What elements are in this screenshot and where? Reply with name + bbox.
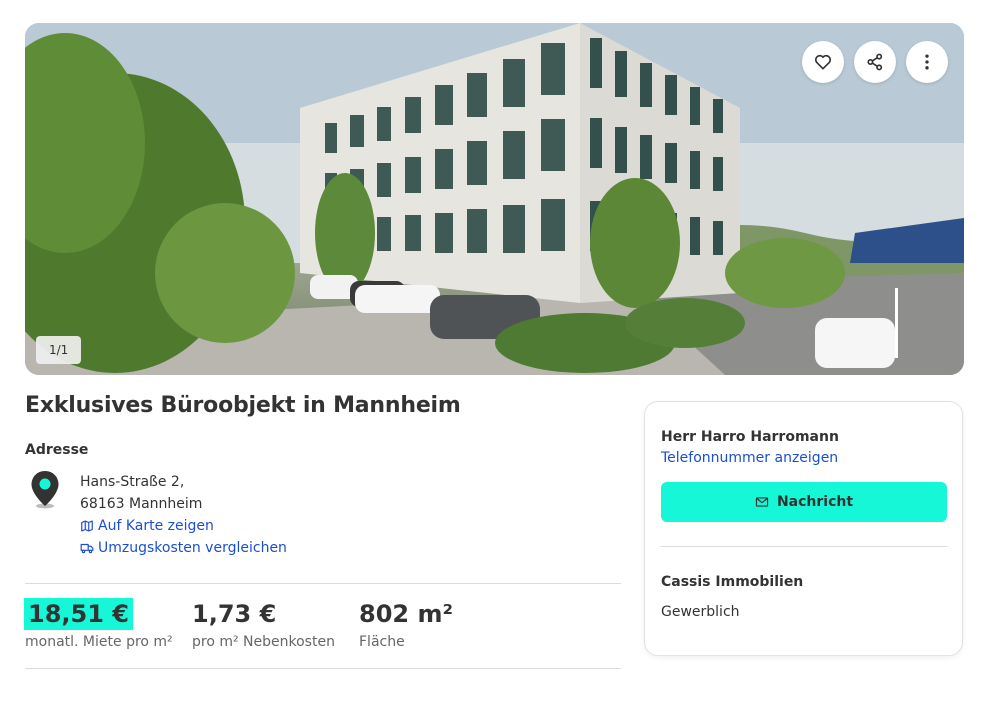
contact-card: Herr Harro Harromann Telefonnummer anzei…: [644, 401, 963, 656]
more-vertical-icon: [925, 54, 929, 70]
message-button-label: Nachricht: [776, 494, 854, 510]
fact-area: 802 m² Fläche: [359, 598, 526, 650]
show-phone-link[interactable]: Telefonnummer anzeigen: [661, 450, 838, 466]
compare-moving-costs-link[interactable]: Umzugskosten vergleichen: [80, 537, 287, 559]
company-name: Cassis Immobilien: [661, 574, 804, 590]
facts-divider-bottom: [25, 668, 621, 669]
company-type: Gewerblich: [661, 604, 740, 620]
facts-divider-top: [25, 583, 621, 584]
compare-moving-costs-label: Umzugskosten vergleichen: [98, 540, 287, 556]
share-button[interactable]: [854, 41, 896, 83]
contact-divider: [661, 546, 947, 547]
rent-per-sqm-value: 18,51 €: [24, 598, 133, 630]
share-icon: [867, 53, 883, 71]
gallery-actions: [802, 41, 948, 83]
truck-icon: [80, 543, 94, 554]
rent-per-sqm-label: monatl. Miete pro m²: [25, 634, 173, 650]
location-pin-icon: [31, 471, 59, 509]
key-facts: 18,51 € monatl. Miete pro m² 1,73 € pro …: [24, 598, 526, 650]
service-charges-label: pro m² Nebenkosten: [192, 634, 335, 650]
address-block: Hans-Straße 2, 68163 Mannheim Auf Karte …: [80, 471, 287, 559]
area-label: Fläche: [359, 634, 405, 650]
favorite-button[interactable]: [802, 41, 844, 83]
more-options-button[interactable]: [906, 41, 948, 83]
heart-icon: [814, 54, 832, 70]
service-charges-value: 1,73 €: [192, 600, 277, 628]
show-on-map-link[interactable]: Auf Karte zeigen: [80, 515, 287, 537]
listing-title: Exklusives Büroobjekt in Mannheim: [25, 393, 461, 418]
listing-gallery[interactable]: 1/1: [25, 23, 964, 375]
show-on-map-label: Auf Karte zeigen: [98, 518, 214, 534]
fact-service-charges: 1,73 € pro m² Nebenkosten: [192, 598, 359, 650]
envelope-icon: [755, 497, 769, 507]
message-button[interactable]: Nachricht: [661, 482, 947, 522]
fact-rent: 18,51 € monatl. Miete pro m²: [24, 598, 192, 650]
area-value: 802 m²: [359, 600, 453, 628]
map-icon: [81, 520, 93, 532]
address-label: Adresse: [25, 442, 89, 458]
agent-name: Herr Harro Harromann: [661, 429, 839, 445]
address-street: Hans-Straße 2,: [80, 474, 185, 490]
image-counter: 1/1: [36, 336, 82, 364]
address-city: 68163 Mannheim: [80, 496, 203, 512]
